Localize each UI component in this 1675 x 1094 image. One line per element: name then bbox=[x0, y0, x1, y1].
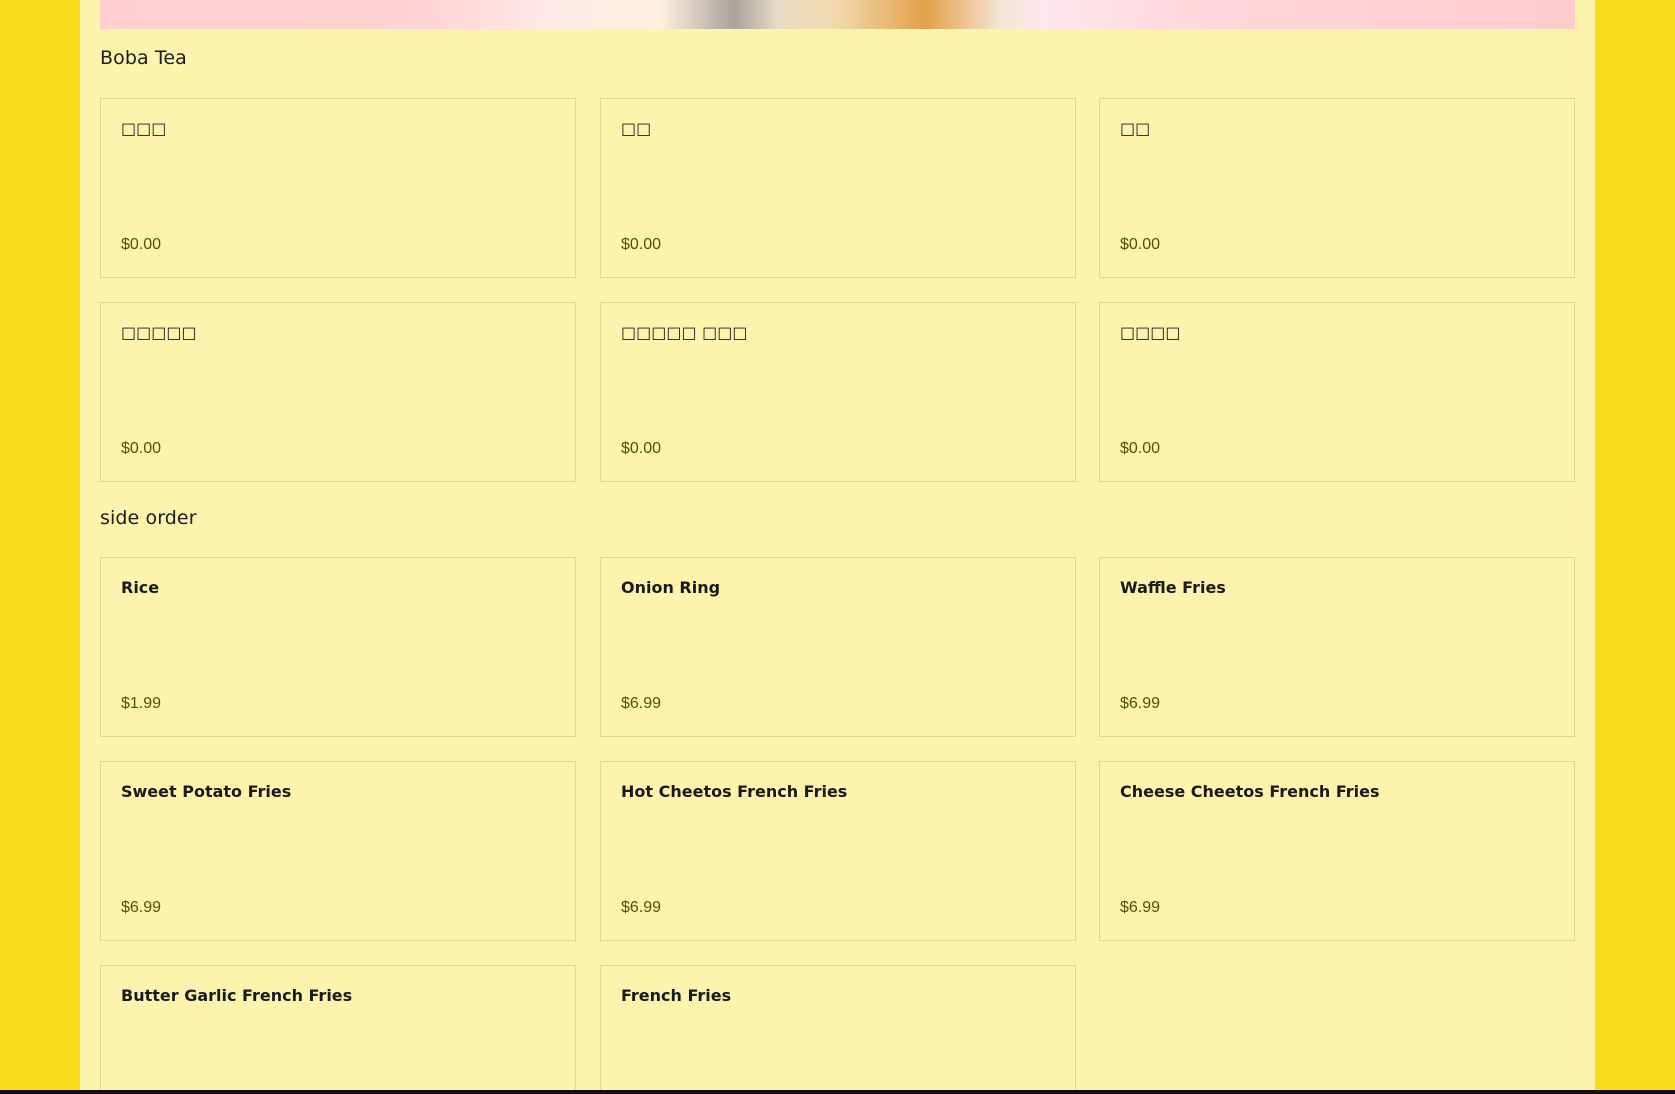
menu-item-name: French Fries bbox=[621, 986, 732, 1005]
menu-item-price: $1.99 bbox=[121, 695, 162, 712]
hero-banner-image bbox=[100, 0, 1575, 29]
menu-item-name: □□□ bbox=[121, 119, 167, 138]
menu-item-name: Cheese Cheetos French Fries bbox=[1120, 782, 1380, 801]
menu-item-card[interactable]: □□□□□ $0.00 bbox=[100, 302, 576, 482]
menu-item-price: $0.00 bbox=[621, 236, 662, 253]
menu-item-price: $6.99 bbox=[621, 695, 662, 712]
section-title-side-order: side order bbox=[100, 507, 197, 529]
menu-item-price: $6.99 bbox=[1120, 899, 1161, 916]
menu-item-card[interactable]: Hot Cheetos French Fries $6.99 bbox=[600, 761, 1076, 941]
menu-item-name: Rice bbox=[121, 578, 160, 597]
menu-item-price: $0.00 bbox=[121, 440, 162, 457]
menu-item-card[interactable]: □□□□ $0.00 bbox=[1099, 302, 1575, 482]
menu-item-card[interactable]: □□ $0.00 bbox=[600, 98, 1076, 278]
menu-item-price: $6.99 bbox=[621, 899, 662, 916]
menu-item-price: $0.00 bbox=[1120, 236, 1161, 253]
menu-item-name: □□□□□ bbox=[121, 323, 197, 342]
menu-item-card[interactable]: Onion Ring $6.99 bbox=[600, 557, 1076, 737]
menu-item-card[interactable]: Waffle Fries $6.99 bbox=[1099, 557, 1575, 737]
menu-item-name: Butter Garlic French Fries bbox=[121, 986, 353, 1005]
menu-content-panel: Boba Tea □□□ $0.00 □□ $0.00 □□ $0.00 □□□… bbox=[80, 0, 1595, 1094]
menu-item-card[interactable]: □□□□□ □□□ $0.00 bbox=[600, 302, 1076, 482]
menu-item-price: $6.99 bbox=[1120, 695, 1161, 712]
menu-item-name: □□ bbox=[1120, 119, 1151, 138]
menu-item-card[interactable]: □□□ $0.00 bbox=[100, 98, 576, 278]
menu-item-price: $0.00 bbox=[1120, 440, 1161, 457]
menu-item-card[interactable]: Sweet Potato Fries $6.99 bbox=[100, 761, 576, 941]
menu-item-name: Onion Ring bbox=[621, 578, 721, 597]
section-title-boba-tea: Boba Tea bbox=[100, 47, 187, 69]
menu-item-price: $6.99 bbox=[121, 899, 162, 916]
menu-item-name: Sweet Potato Fries bbox=[121, 782, 292, 801]
bottom-edge-bar bbox=[0, 1090, 1675, 1094]
menu-item-card[interactable]: Butter Garlic French Fries bbox=[100, 965, 576, 1094]
menu-item-price: $0.00 bbox=[621, 440, 662, 457]
menu-item-name: Waffle Fries bbox=[1120, 578, 1226, 597]
menu-item-name: Hot Cheetos French Fries bbox=[621, 782, 848, 801]
menu-item-name: □□□□□ □□□ bbox=[621, 323, 748, 342]
menu-item-card[interactable]: French Fries bbox=[600, 965, 1076, 1094]
menu-item-name: □□□□ bbox=[1120, 323, 1181, 342]
menu-item-card[interactable]: Rice $1.99 bbox=[100, 557, 576, 737]
menu-item-price: $0.00 bbox=[121, 236, 162, 253]
menu-item-card[interactable]: Cheese Cheetos French Fries $6.99 bbox=[1099, 761, 1575, 941]
menu-item-name: □□ bbox=[621, 119, 652, 138]
menu-item-card[interactable]: □□ $0.00 bbox=[1099, 98, 1575, 278]
